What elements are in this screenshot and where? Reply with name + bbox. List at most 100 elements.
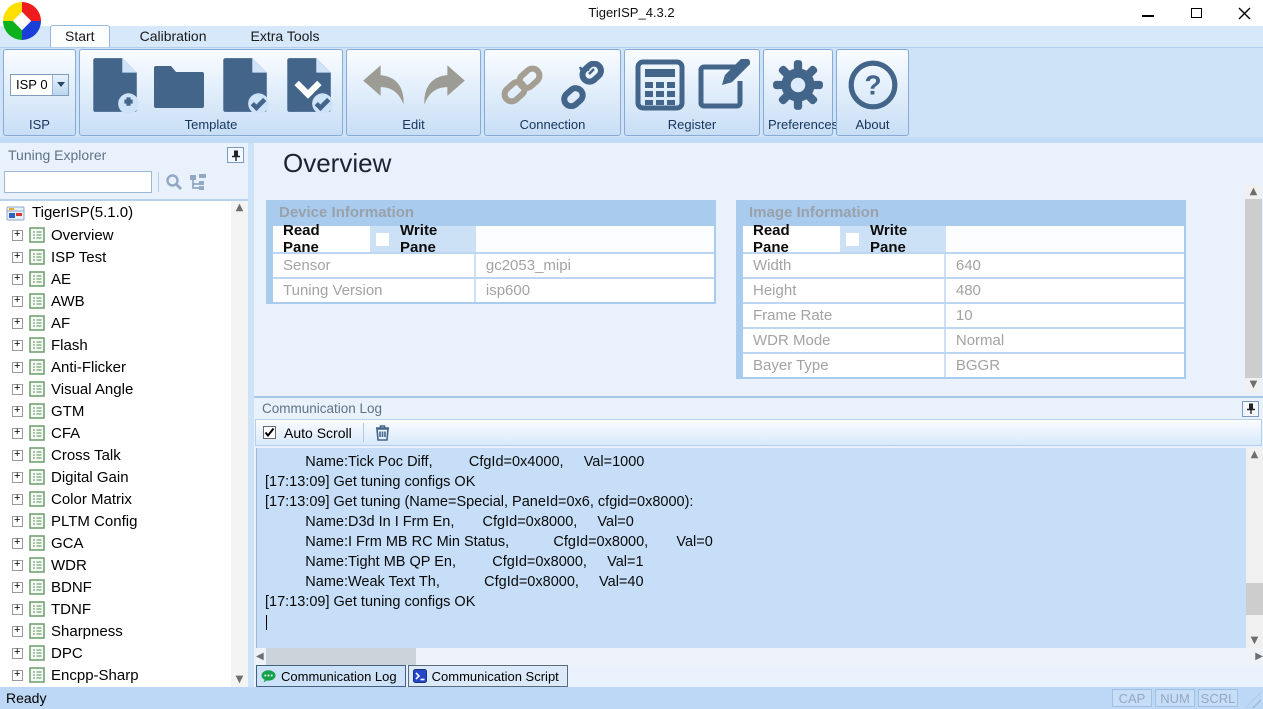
expand-plus-icon[interactable] — [12, 428, 23, 439]
auto-scroll-label: Auto Scroll — [284, 425, 352, 441]
register-edit-button[interactable] — [696, 59, 750, 111]
tree-item[interactable]: BDNF — [0, 576, 248, 598]
tree-item[interactable]: GTM — [0, 400, 248, 422]
tab-start[interactable]: Start — [50, 25, 110, 47]
image-write-pane-tab[interactable]: Write Pane — [864, 222, 946, 256]
expand-plus-icon[interactable] — [12, 296, 23, 307]
tree-item[interactable]: Visual Angle — [0, 378, 248, 400]
expand-plus-icon[interactable] — [12, 384, 23, 395]
scroll-up-icon[interactable]: ▲ — [236, 203, 244, 213]
search-input[interactable] — [4, 171, 152, 193]
register-table-button[interactable] — [634, 59, 686, 111]
tab-communication-log[interactable]: Communication Log — [256, 665, 406, 687]
scrollbar-thumb[interactable] — [1246, 583, 1263, 615]
comm-log-pin-button[interactable] — [1242, 401, 1259, 417]
scroll-down-icon[interactable]: ▼ — [1251, 636, 1259, 646]
device-read-pane-tab[interactable]: Read Pane — [273, 226, 370, 252]
tree-item[interactable]: GCA — [0, 532, 248, 554]
expand-plus-icon[interactable] — [12, 648, 23, 659]
tree-item[interactable]: ISP Test — [0, 246, 248, 268]
scroll-up-icon[interactable]: ▲ — [1250, 187, 1258, 197]
scroll-left-icon[interactable]: ◀ — [256, 652, 264, 662]
row-value: Normal — [946, 332, 1184, 349]
tree-item[interactable]: Anti-Flicker — [0, 356, 248, 378]
image-read-pane-tab[interactable]: Read Pane — [743, 226, 840, 252]
auto-scroll-checkbox[interactable] — [263, 426, 276, 439]
list-page-icon — [29, 491, 45, 507]
isp-select-arrow-button[interactable] — [52, 75, 68, 95]
disconnect-button[interactable] — [558, 61, 610, 109]
tree-item-list: Overview ISP Test — [0, 224, 248, 686]
tree-item[interactable]: Sharpness — [0, 620, 248, 642]
undo-button[interactable] — [361, 63, 409, 107]
tree-item[interactable]: Digital Gain — [0, 466, 248, 488]
import-template-button[interactable] — [281, 56, 335, 114]
tree-item[interactable]: WDR — [0, 554, 248, 576]
tree-item[interactable]: Encpp-Sharp — [0, 664, 248, 686]
log-line: Name:Tick Poc Diff, CfgId=0x4000, Val=10… — [265, 452, 1246, 472]
log-vertical-scrollbar[interactable]: ▲ ▼ — [1246, 448, 1263, 648]
scroll-right-icon[interactable]: ▶ — [1255, 652, 1263, 662]
expand-plus-icon[interactable] — [12, 494, 23, 505]
expand-plus-icon[interactable] — [12, 362, 23, 373]
group-preferences: Preferences — [763, 49, 833, 136]
expand-plus-icon[interactable] — [12, 318, 23, 329]
expand-plus-icon[interactable] — [12, 252, 23, 263]
expand-plus-icon[interactable] — [12, 626, 23, 637]
expand-plus-icon[interactable] — [12, 274, 23, 285]
expand-plus-icon[interactable] — [12, 516, 23, 527]
tab-extra-tools[interactable]: Extra Tools — [237, 26, 334, 47]
tree-root-item[interactable]: TigerISP(5.1.0) — [0, 201, 248, 224]
scrollbar-thumb[interactable] — [266, 648, 416, 665]
tree-item[interactable]: Flash — [0, 334, 248, 356]
minimize-button[interactable] — [1141, 6, 1155, 20]
about-button[interactable]: ? — [846, 58, 900, 112]
overview-scrollbar[interactable]: ▲ ▼ — [1245, 185, 1262, 392]
device-write-pane-tab[interactable]: Write Pane — [394, 222, 476, 256]
log-horizontal-scrollbar[interactable]: ◀ ▶ — [256, 648, 1263, 665]
expand-plus-icon[interactable] — [12, 340, 23, 351]
clear-log-button[interactable] — [375, 424, 390, 441]
tree-item[interactable]: Cross Talk — [0, 444, 248, 466]
expand-plus-icon[interactable] — [12, 538, 23, 549]
list-page-icon — [29, 601, 45, 617]
expand-plus-icon[interactable] — [12, 604, 23, 615]
tree-item[interactable]: AE — [0, 268, 248, 290]
expand-plus-icon[interactable] — [12, 472, 23, 483]
search-button[interactable] — [165, 173, 183, 191]
close-button[interactable] — [1237, 6, 1251, 20]
preferences-button[interactable] — [771, 58, 825, 112]
connect-button[interactable] — [496, 61, 548, 109]
tree-item[interactable]: CFA — [0, 422, 248, 444]
tree-item[interactable]: DPC — [0, 642, 248, 664]
scroll-down-icon[interactable]: ▼ — [236, 675, 244, 685]
explorer-pin-button[interactable] — [227, 147, 244, 163]
tree-scrollbar[interactable]: ▲ ▼ — [231, 201, 248, 687]
expand-plus-icon[interactable] — [12, 406, 23, 417]
tab-communication-script[interactable]: Communication Script — [408, 665, 568, 687]
open-template-button[interactable] — [151, 60, 207, 110]
expand-plus-icon[interactable] — [12, 450, 23, 461]
log-output[interactable]: Name:Tick Poc Diff, CfgId=0x4000, Val=10… — [256, 448, 1246, 648]
tree-item[interactable]: Color Matrix — [0, 488, 248, 510]
scroll-up-icon[interactable]: ▲ — [1251, 450, 1259, 460]
expand-plus-icon[interactable] — [12, 582, 23, 593]
new-template-button[interactable] — [87, 56, 141, 114]
expand-plus-icon[interactable] — [12, 560, 23, 571]
filter-tree-button[interactable] — [189, 173, 207, 191]
redo-button[interactable] — [419, 63, 467, 107]
resize-grip[interactable] — [1245, 692, 1261, 708]
save-template-button[interactable] — [217, 56, 271, 114]
isp-select[interactable]: ISP 0 — [10, 74, 69, 96]
tab-calibration[interactable]: Calibration — [126, 26, 221, 47]
tree-item[interactable]: Overview — [0, 224, 248, 246]
scroll-down-icon[interactable]: ▼ — [1250, 380, 1258, 390]
expand-plus-icon[interactable] — [12, 230, 23, 241]
scrollbar-thumb[interactable] — [1245, 199, 1262, 378]
tree-item[interactable]: AF — [0, 312, 248, 334]
tree-item[interactable]: TDNF — [0, 598, 248, 620]
maximize-button[interactable] — [1189, 6, 1203, 20]
tree-item[interactable]: AWB — [0, 290, 248, 312]
tree-item[interactable]: PLTM Config — [0, 510, 248, 532]
expand-plus-icon[interactable] — [12, 670, 23, 681]
